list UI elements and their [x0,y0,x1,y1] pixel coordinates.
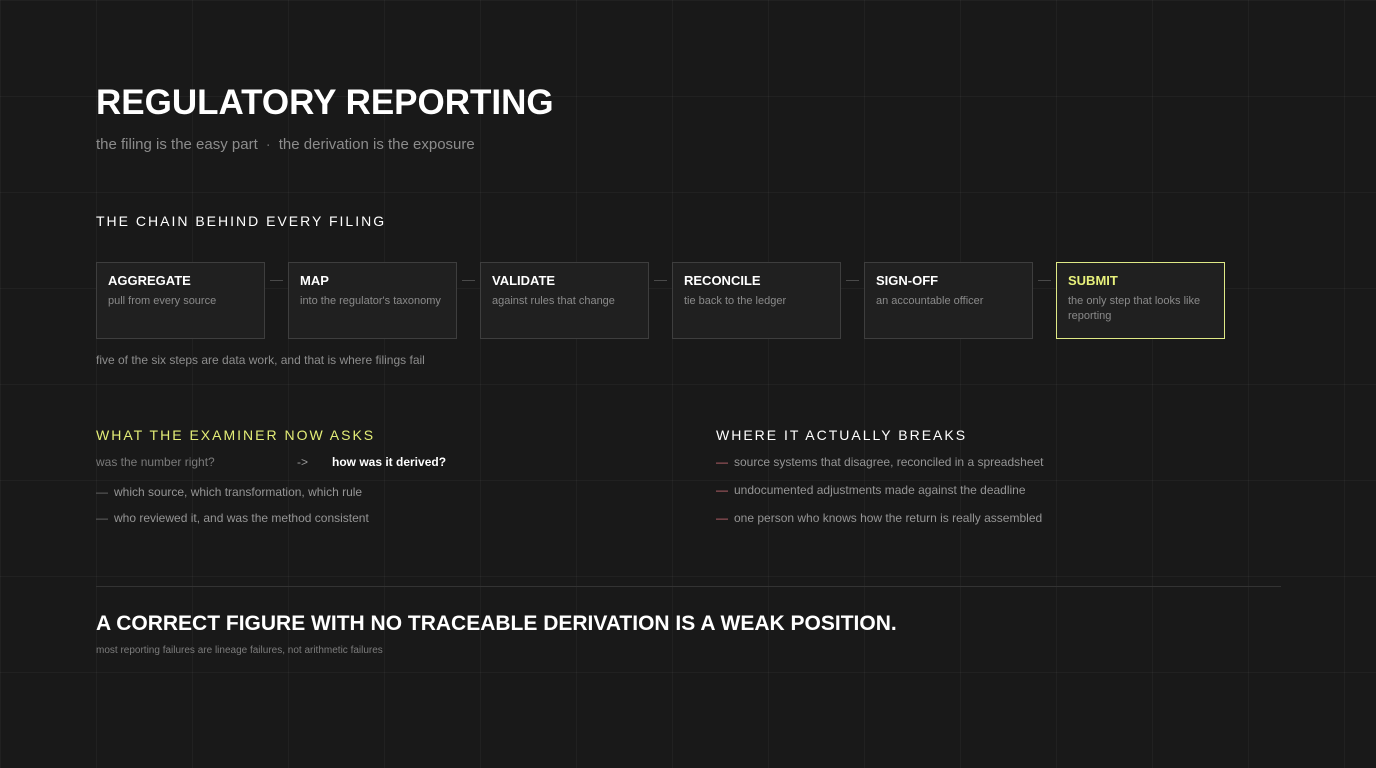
chain-note: five of the six steps are data work, and… [96,353,425,367]
list-item: — which source, which transformation, whi… [96,485,369,500]
list-item: — one person who knows how the return is … [716,511,1044,526]
closing-note: most reporting failures are lineage fail… [96,645,383,656]
closing-statement: A CORRECT FIGURE WITH NO TRACEABLE DERIV… [96,612,897,635]
dash-icon: — [716,483,728,497]
step-connector [649,262,672,299]
step-reconcile: RECONCILE tie back to the ledger [672,262,841,339]
subtitle-separator: · [265,136,271,153]
page-subtitle: the filing is the easy part · the derivati… [96,136,475,154]
dash-icon: — [716,455,728,469]
step-name: MAP [300,273,329,288]
list-item-text: one person who knows how the return is r… [734,511,1043,525]
step-description: the only step that looks like reporting [1068,295,1201,322]
step-description: tie back to the ledger [684,295,787,307]
old-question: was the number right? [96,455,215,469]
list-item-text: undocumented adjustments made against th… [734,483,1026,497]
list-item: — undocumented adjustments made against t… [716,483,1044,498]
page-title: REGULATORY REPORTING [96,83,554,122]
dash-icon: — [96,511,108,525]
list-item-text: which source, which transformation, whic… [114,485,363,499]
breaks-list: — source systems that disagree, reconcile… [716,455,1044,539]
step-name: VALIDATE [492,273,556,288]
step-submit: SUBMIT the only step that looks like rep… [1056,262,1225,339]
subtitle-right: the derivation is the exposure [278,136,475,153]
step-description: pull from every source [108,295,217,307]
step-connector [841,262,864,299]
process-chain: AGGREGATE pull from every source MAP int… [96,262,1225,339]
step-name: SUBMIT [1068,273,1118,288]
examiner-list: — which source, which transformation, whi… [96,485,369,537]
step-validate: VALIDATE against rules that change [480,262,649,339]
arrow-icon: -> [297,455,309,469]
dash-icon: — [716,511,728,525]
list-item-text: who reviewed it, and was the method cons… [114,511,369,525]
step-connector [457,262,480,299]
chain-heading: THE CHAIN BEHIND EVERY FILING [96,213,387,229]
breaks-heading: WHERE IT ACTUALLY BREAKS [716,427,968,443]
step-connector [1033,262,1056,299]
step-description: an accountable officer [876,295,984,307]
examiner-heading: WHAT THE EXAMINER NOW ASKS [96,427,376,443]
step-description: into the regulator's taxonomy [300,295,441,307]
dash-icon: — [96,485,108,499]
new-question: how was it derived? [332,455,447,469]
step-name: AGGREGATE [108,273,191,288]
subtitle-left: the filing is the easy part [96,136,258,153]
list-item: — source systems that disagree, reconcile… [716,455,1044,470]
step-connector [265,262,288,299]
examiner-question-shift: was the number right? -> how was it deri… [96,455,496,471]
step-name: RECONCILE [684,273,761,288]
step-description: against rules that change [492,295,615,307]
step-map: MAP into the regulator's taxonomy [288,262,457,339]
list-item: — who reviewed it, and was the method con… [96,511,369,526]
step-name: SIGN-OFF [876,273,939,288]
divider [96,586,1281,587]
step-sign-off: SIGN-OFF an accountable officer [864,262,1033,339]
step-aggregate: AGGREGATE pull from every source [96,262,265,339]
list-item-text: source systems that disagree, reconciled… [734,455,1044,469]
